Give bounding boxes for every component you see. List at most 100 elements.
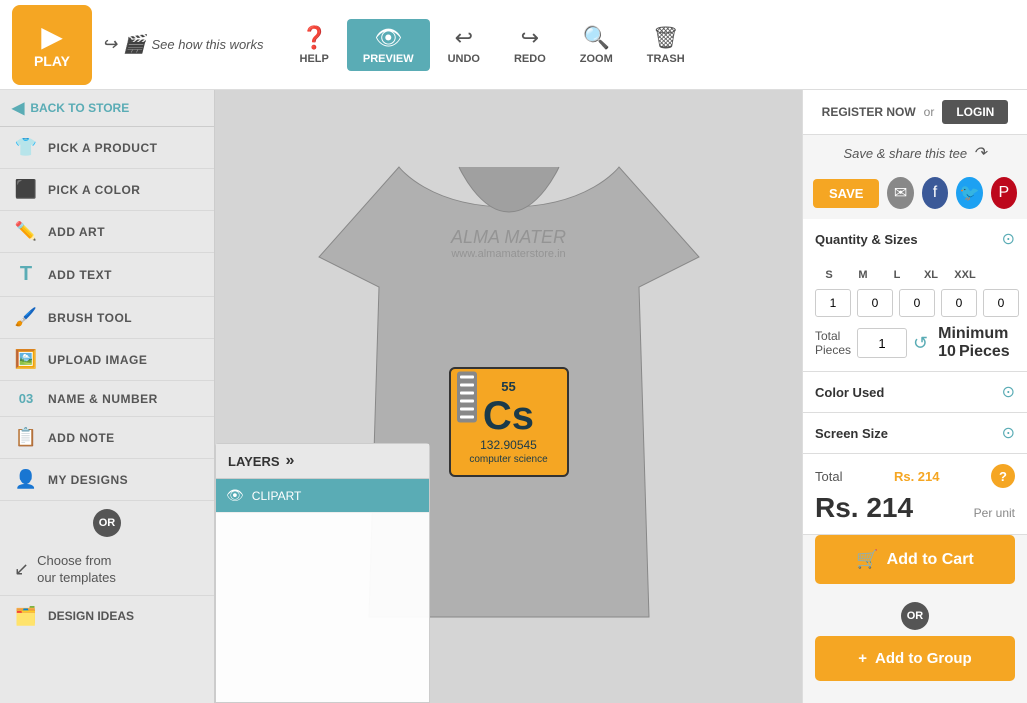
auth-bar: REGISTER NOW or LOGIN: [803, 90, 1027, 135]
pick-product-label: PICK A PRODUCT: [48, 141, 157, 155]
tshirt-icon: 👕: [14, 137, 38, 158]
total-pieces-label: TotalPieces: [815, 329, 851, 357]
size-m-input[interactable]: [857, 289, 893, 317]
right-panel: REGISTER NOW or LOGIN Save & share this …: [802, 90, 1027, 703]
or-circle: OR: [93, 509, 121, 537]
quantity-content: S M L XL XXL TotalPieces ↺: [803, 259, 1027, 371]
size-l-label: L: [883, 269, 911, 281]
screen-size-header[interactable]: Screen Size ⊙: [803, 413, 1027, 453]
color-used-section: Color Used ⊙: [803, 372, 1027, 413]
sidebar-item-pick-color[interactable]: ⬛ PICK A COLOR: [0, 169, 214, 211]
preview-button[interactable]: 👁 PREVIEW: [347, 19, 430, 71]
sidebar-item-add-text[interactable]: T ADD TEXT: [0, 253, 214, 297]
minimum-label: Minimum: [938, 325, 1008, 342]
twitter-icon: 🐦: [959, 183, 979, 203]
plus-icon: +: [858, 650, 867, 667]
per-unit-label: Per unit: [974, 506, 1015, 520]
handle-bar-6: [460, 415, 474, 418]
sidebar-item-pick-product[interactable]: 👕 PICK A PRODUCT: [0, 127, 214, 169]
screen-size-title: Screen Size: [815, 426, 888, 441]
add-to-cart-button[interactable]: 🛒 Add to Cart: [815, 535, 1015, 584]
facebook-share-button[interactable]: f: [922, 177, 948, 209]
save-button[interactable]: SAVE: [813, 179, 879, 208]
screen-size-chevron-icon: ⊙: [1002, 423, 1015, 443]
help-icon: ❓: [300, 25, 327, 51]
pinterest-share-button[interactable]: P: [991, 177, 1017, 209]
zoom-icon: 🔍: [583, 25, 610, 51]
social-bar: SAVE ✉ f 🐦 P: [803, 171, 1027, 219]
canvas-area[interactable]: ALMA MATER www.almamaterstore.in 55 Cs 1…: [215, 90, 802, 703]
help-label: HELP: [300, 53, 329, 65]
trash-button[interactable]: 🗑 TRASH: [631, 19, 701, 71]
email-share-button[interactable]: ✉: [887, 177, 913, 209]
back-to-store-button[interactable]: ◀ BACK TO STORE: [0, 90, 214, 127]
quantity-section: Quantity & Sizes ⊙ S M L XL XXL: [803, 219, 1027, 372]
size-xl-label: XL: [917, 269, 945, 281]
element-mass: 132.90545: [480, 438, 537, 452]
note-icon: 📋: [14, 427, 38, 448]
my-designs-label: MY DESIGNS: [48, 473, 128, 487]
login-button[interactable]: LOGIN: [942, 100, 1008, 124]
size-l-input[interactable]: [899, 289, 935, 317]
layer-name: CLIPART: [252, 489, 302, 503]
handle-bar-3: [460, 391, 474, 394]
element-symbol: Cs: [483, 396, 534, 436]
zoom-label: ZOOM: [580, 53, 613, 65]
sidebar-item-upload-image[interactable]: 🖼️ UPLOAD IMAGE: [0, 339, 214, 381]
size-xl-input[interactable]: [941, 289, 977, 317]
see-how-section[interactable]: ↪ 🎬 See how this works: [102, 34, 264, 55]
brush-tool-label: BRUSH TOOL: [48, 311, 132, 325]
number-icon: 03: [14, 391, 38, 406]
sidebar-or-divider: OR: [0, 501, 214, 545]
color-used-header[interactable]: Color Used ⊙: [803, 372, 1027, 412]
price-info-button[interactable]: ?: [991, 464, 1015, 488]
total-pieces-input[interactable]: [857, 328, 907, 358]
layer-visibility-icon: 👁: [226, 487, 244, 504]
handle-bar-2: [460, 383, 474, 386]
redo-button[interactable]: ↪ REDO: [498, 19, 562, 71]
layers-title: LAYERS: [228, 454, 280, 469]
size-xxl-input[interactable]: [983, 289, 1019, 317]
sidebar-item-my-designs[interactable]: 👤 MY DESIGNS: [0, 459, 214, 501]
zoom-button[interactable]: 🔍 ZOOM: [564, 19, 629, 71]
email-icon: ✉: [894, 183, 907, 203]
choose-templates-button[interactable]: ↙ Choose fromour templates: [0, 545, 214, 595]
brush-icon: 🖌️: [14, 307, 38, 328]
layers-header[interactable]: LAYERS »: [216, 444, 429, 479]
quantity-accordion-header[interactable]: Quantity & Sizes ⊙: [803, 219, 1027, 259]
upload-image-label: UPLOAD IMAGE: [48, 353, 147, 367]
resize-handles[interactable]: [457, 371, 477, 422]
sidebar-item-add-art[interactable]: ✏️ ADD ART: [0, 211, 214, 253]
layer-row-clipart[interactable]: 👁 CLIPART: [216, 479, 429, 513]
twitter-share-button[interactable]: 🐦: [956, 177, 982, 209]
cart-icon: 🛒: [856, 549, 878, 570]
or-row-divider: OR: [803, 596, 1027, 636]
size-row: S M L XL XXL: [815, 269, 1015, 281]
design-ideas-icon: 🗂️: [14, 606, 38, 627]
size-s-input[interactable]: [815, 289, 851, 317]
add-to-group-button[interactable]: + Add to Group: [815, 636, 1015, 681]
sidebar-item-add-note[interactable]: 📋 ADD NOTE: [0, 417, 214, 459]
sidebar-item-brush-tool[interactable]: 🖌️ BRUSH TOOL: [0, 297, 214, 339]
layers-chevron: »: [286, 452, 295, 470]
undo-button[interactable]: ↩ UNDO: [432, 19, 496, 71]
handle-bar-5: [460, 407, 474, 410]
minimum-pieces-info: Minimum 10 Pieces: [938, 325, 1010, 361]
upload-icon: 🖼️: [14, 349, 38, 370]
add-art-icon: ✏️: [14, 221, 38, 242]
sidebar-item-design-ideas[interactable]: 🗂️ DESIGN IDEAS: [0, 595, 214, 637]
back-arrow-icon: ◀: [12, 98, 24, 118]
quantity-title: Quantity & Sizes: [815, 232, 918, 247]
sidebar-item-name-number[interactable]: 03 NAME & NUMBER: [0, 381, 214, 417]
add-to-group-label: Add to Group: [875, 650, 972, 667]
save-share-section: Save & share this tee ↷: [803, 135, 1027, 171]
add-art-label: ADD ART: [48, 225, 105, 239]
or-label: OR: [99, 517, 116, 529]
element-label: computer science: [469, 454, 547, 465]
register-link[interactable]: REGISTER NOW: [822, 105, 916, 119]
or-dark-label: OR: [907, 610, 924, 622]
play-button[interactable]: ▶ PLAY: [12, 5, 92, 85]
screen-size-section: Screen Size ⊙: [803, 413, 1027, 454]
reset-arrow-icon[interactable]: ↺: [913, 333, 928, 354]
help-button[interactable]: ❓ HELP: [284, 19, 345, 71]
